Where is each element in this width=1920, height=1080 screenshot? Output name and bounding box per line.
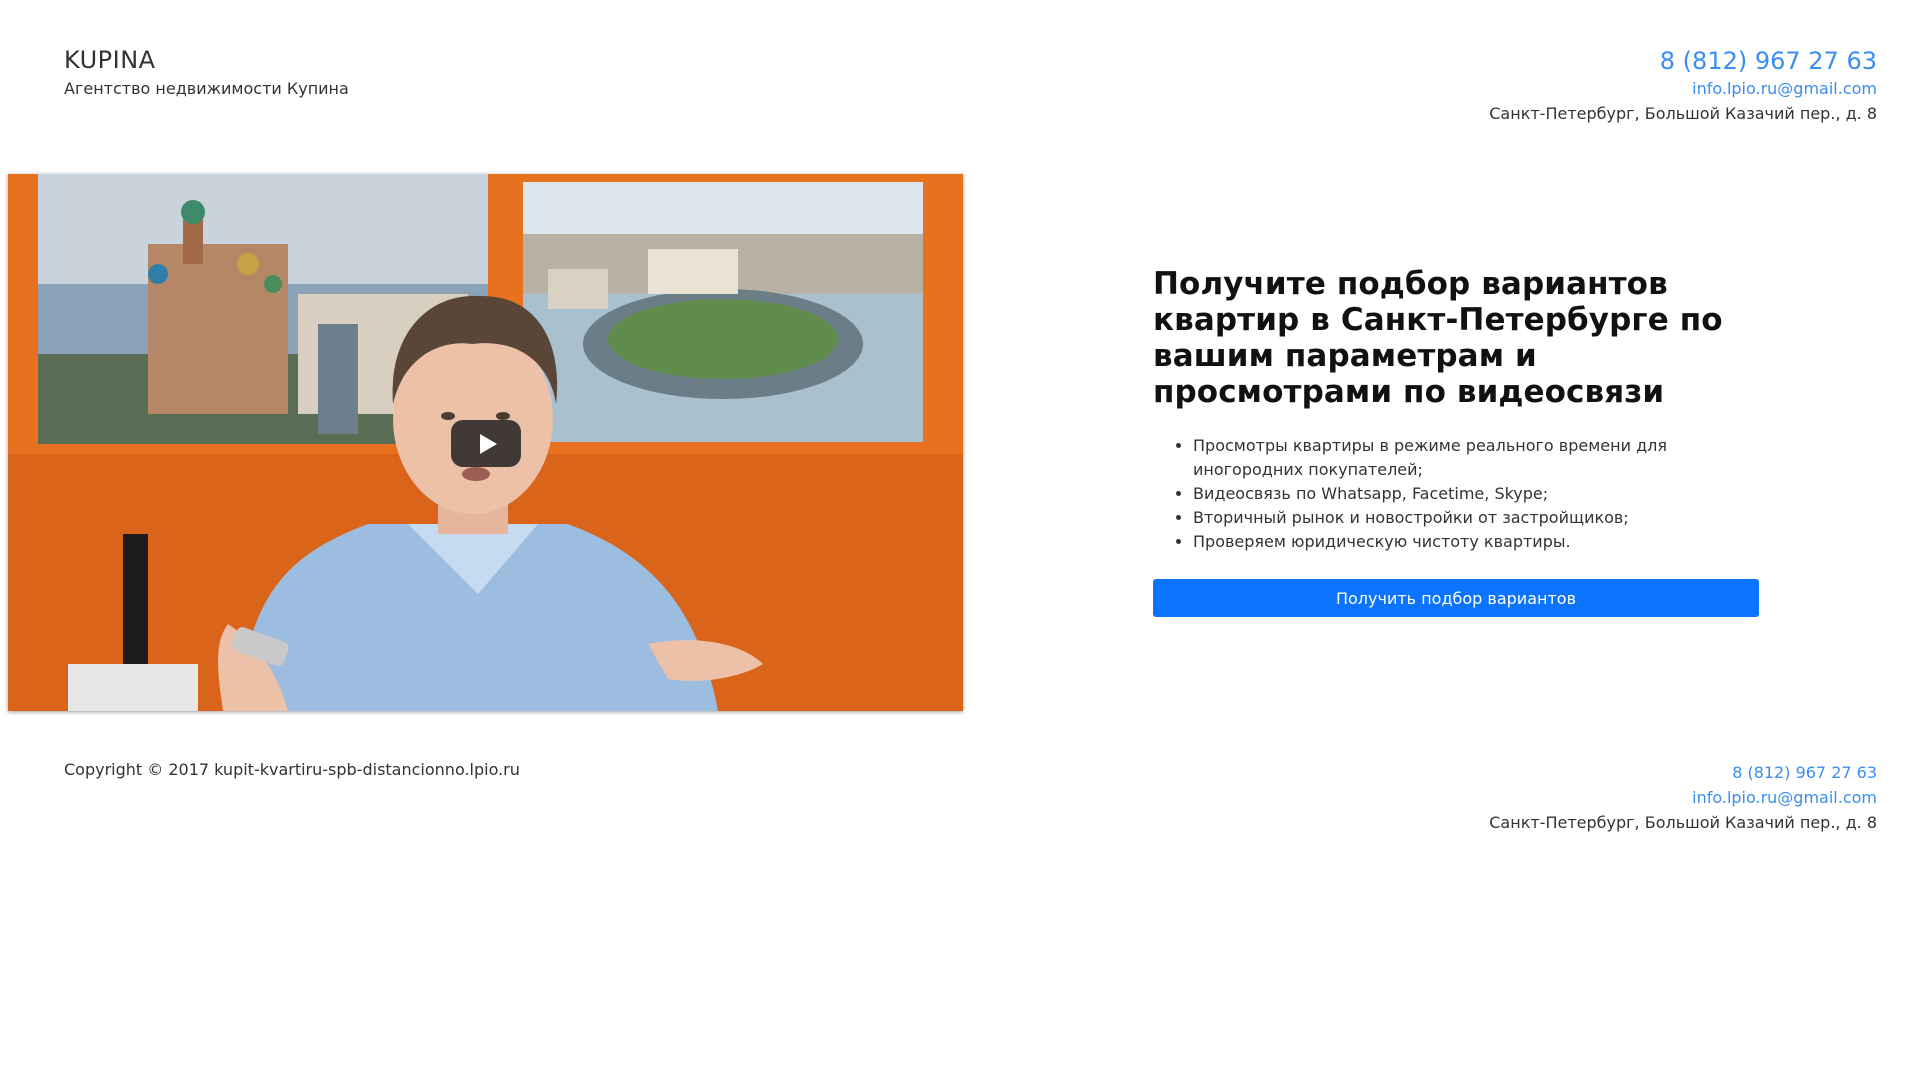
- copyright-text: Copyright © 2017 kupit-kvartiru-spb-dist…: [64, 760, 520, 779]
- page-header: KUPINA Агентство недвижимости Купина 8 (…: [0, 0, 1920, 160]
- footer-phone-link[interactable]: 8 (812) 967 27 63: [1489, 760, 1877, 785]
- brand-title[interactable]: KUPINA: [64, 46, 156, 74]
- video-player[interactable]: [8, 174, 963, 711]
- benefits-list: Просмотры квартиры в режиме реального вр…: [1153, 434, 1763, 554]
- header-address: Санкт-Петербург, Большой Казачий пер., д…: [1489, 104, 1877, 123]
- play-button[interactable]: [451, 420, 521, 467]
- offer-title: Получите подбор вариантов квартир в Санк…: [1153, 266, 1723, 410]
- header-email-link[interactable]: info.lpio.ru@gmail.com: [1489, 76, 1877, 101]
- footer-address: Санкт-Петербург, Большой Казачий пер., д…: [1489, 813, 1877, 832]
- get-options-button[interactable]: Получить подбор вариантов: [1153, 579, 1759, 617]
- brand-tagline: Агентство недвижимости Купина: [64, 79, 349, 98]
- offer-section: Получите подбор вариантов квартир в Санк…: [1153, 266, 1763, 617]
- play-icon: [479, 433, 497, 454]
- poster-city-image: [523, 182, 923, 442]
- benefit-item: Просмотры квартиры в режиме реального вр…: [1193, 434, 1763, 482]
- footer-email-link[interactable]: info.lpio.ru@gmail.com: [1489, 785, 1877, 810]
- benefit-item: Проверяем юридическую чистоту квартиры.: [1193, 530, 1763, 554]
- benefit-item: Вторичный рынок и новостройки от застрой…: [1193, 506, 1763, 530]
- header-contacts: 8 (812) 967 27 63 info.lpio.ru@gmail.com…: [1489, 46, 1877, 126]
- benefit-item: Видеосвязь по Whatsapp, Facetime, Skype;: [1193, 482, 1763, 506]
- header-phone-link[interactable]: 8 (812) 967 27 63: [1489, 46, 1877, 76]
- footer-contacts: 8 (812) 967 27 63 info.lpio.ru@gmail.com…: [1489, 760, 1877, 835]
